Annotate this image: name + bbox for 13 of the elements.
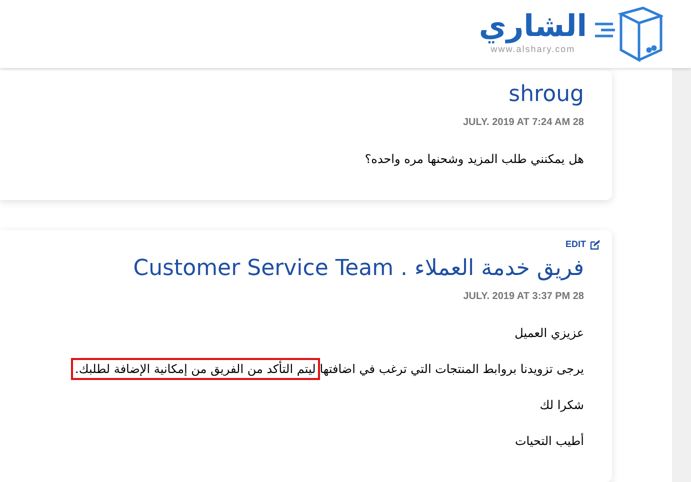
comment-text: أطيب التحيات (514, 432, 584, 450)
logo-text: الشاري (478, 11, 587, 44)
comment-author: shroug (508, 81, 584, 109)
comment-date: JULY. 2019 AT 3:37 PM 28 (463, 290, 584, 304)
edit-link[interactable]: EDIT (565, 238, 600, 252)
comment-text: شكرا لك (540, 396, 584, 414)
comment-author: فريق خدمة العملاء . Customer Service Team (133, 254, 584, 282)
logo-url: www.alshary.com (490, 44, 576, 56)
comment-text: يرجى تزويدنا بروابط المنتجات التي ترغب في اضافتها ليتم التأكد من الفريق من إمكانية الإضافة لطلبك. (71, 360, 584, 378)
edit-icon (590, 240, 600, 250)
comment-text: عزيزي العميل (514, 324, 584, 342)
comment-text: هل يمكنني طلب المزيد وشحنها مره واحده؟ (364, 151, 584, 168)
comment-date: JULY. 2019 AT 7:24 AM 28 (463, 116, 584, 130)
